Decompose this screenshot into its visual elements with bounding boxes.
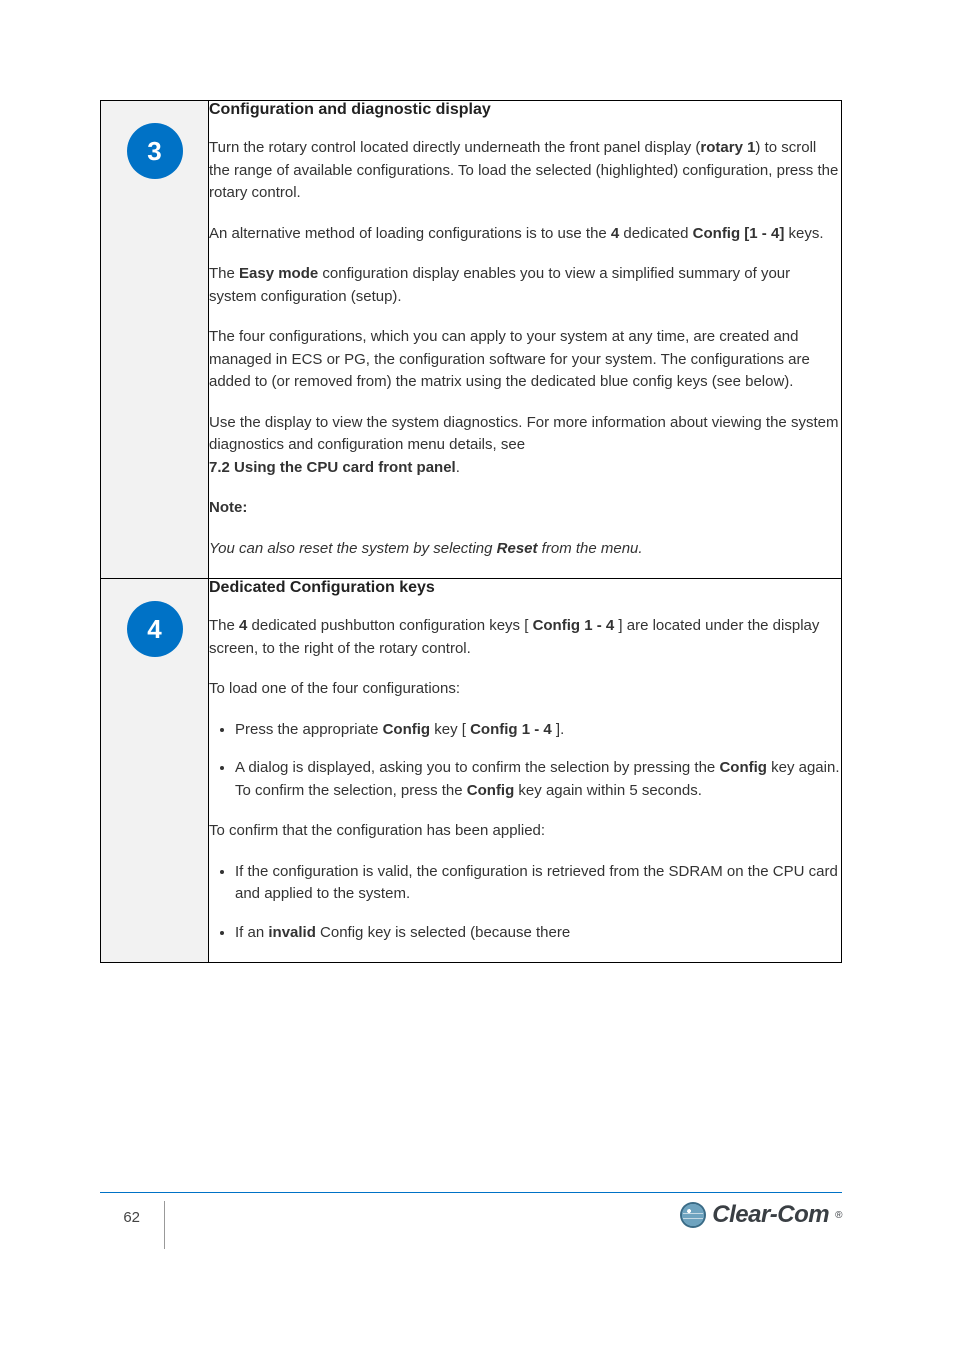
paragraph: Note: (209, 497, 841, 520)
list-item: A dialog is displayed, asking you to con… (235, 757, 841, 802)
table-row: 4 Dedicated Configuration keys The 4 ded… (101, 579, 842, 963)
paragraph: To load one of the four configurations: (209, 678, 841, 701)
row-title: Dedicated Configuration keys (209, 579, 841, 597)
row-title: Configuration and diagnostic display (209, 101, 841, 119)
content-cell-4: Dedicated Configuration keys The 4 dedic… (209, 579, 842, 963)
list-item: Press the appropriate Config key [ Confi… (235, 719, 841, 742)
paragraph: To confirm that the configuration has be… (209, 820, 841, 843)
paragraph: An alternative method of loading configu… (209, 223, 841, 246)
paragraph-list: To confirm that the configuration has be… (209, 820, 841, 843)
paragraph: The four configurations, which you can a… (209, 326, 841, 394)
paragraph: You can also reset the system by selecti… (209, 538, 841, 561)
list-item: If the configuration is valid, the confi… (235, 861, 841, 906)
paragraph-list: Turn the rotary control located directly… (209, 137, 841, 560)
page-number: 62 (100, 1201, 140, 1226)
paragraph-list: The 4 dedicated pushbutton configuration… (209, 615, 841, 701)
key-cell-3: 3 (101, 101, 209, 579)
paragraph: Turn the rotary control located directly… (209, 137, 841, 205)
step-number-circle: 3 (127, 123, 183, 179)
step-number-circle: 4 (127, 601, 183, 657)
brand-text: Clear-Com (712, 1201, 829, 1229)
page-footer: 62 Clear-Com ® (100, 1192, 842, 1249)
bullet-list: If the configuration is valid, the confi… (209, 861, 841, 945)
paragraph: The Easy mode configuration display enab… (209, 263, 841, 308)
paragraph: The 4 dedicated pushbutton configuration… (209, 615, 841, 660)
footer-vertical-divider (164, 1201, 165, 1249)
paragraph: Use the display to view the system diagn… (209, 412, 841, 480)
list-item: If an invalid Config key is selected (be… (235, 922, 841, 945)
content-cell-3: Configuration and diagnostic display Tur… (209, 101, 842, 579)
globe-icon (680, 1202, 706, 1228)
brand-logo: Clear-Com ® (680, 1201, 842, 1229)
footer-divider-line (100, 1192, 842, 1193)
table-row: 3 Configuration and diagnostic display T… (101, 101, 842, 579)
bullet-list: Press the appropriate Config key [ Confi… (209, 719, 841, 803)
registered-mark: ® (835, 1210, 842, 1221)
key-cell-4: 4 (101, 579, 209, 963)
